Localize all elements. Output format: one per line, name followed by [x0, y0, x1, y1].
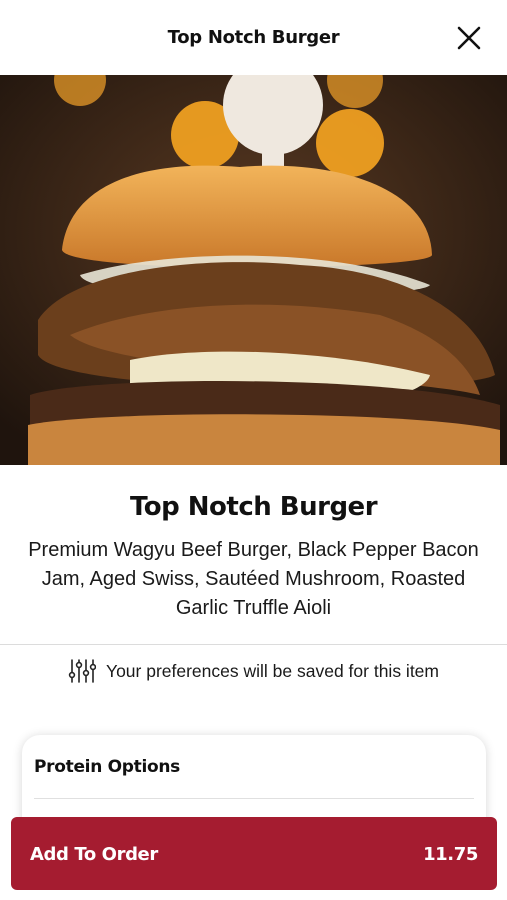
preferences-notice: Your preferences will be saved for this …	[0, 658, 507, 684]
add-to-order-label: Add To Order	[30, 844, 158, 865]
item-title: Top Notch Burger	[129, 492, 378, 522]
modal-header: Top Notch Burger	[0, 0, 507, 75]
sliders-icon	[68, 659, 96, 683]
order-price: 11.75	[423, 844, 478, 865]
options-divider	[34, 798, 474, 799]
add-to-order-button[interactable]: Add To Order 11.75	[11, 817, 497, 890]
protein-options-title: Protein Options	[34, 757, 181, 777]
close-icon	[457, 26, 481, 50]
item-image	[0, 75, 507, 465]
preferences-text: Your preferences will be saved for this …	[106, 660, 439, 681]
header-title: Top Notch Burger	[167, 27, 340, 48]
divider	[0, 644, 507, 645]
item-description: Premium Wagyu Beef Burger, Black Pepper …	[28, 539, 479, 619]
close-button[interactable]	[455, 24, 483, 52]
